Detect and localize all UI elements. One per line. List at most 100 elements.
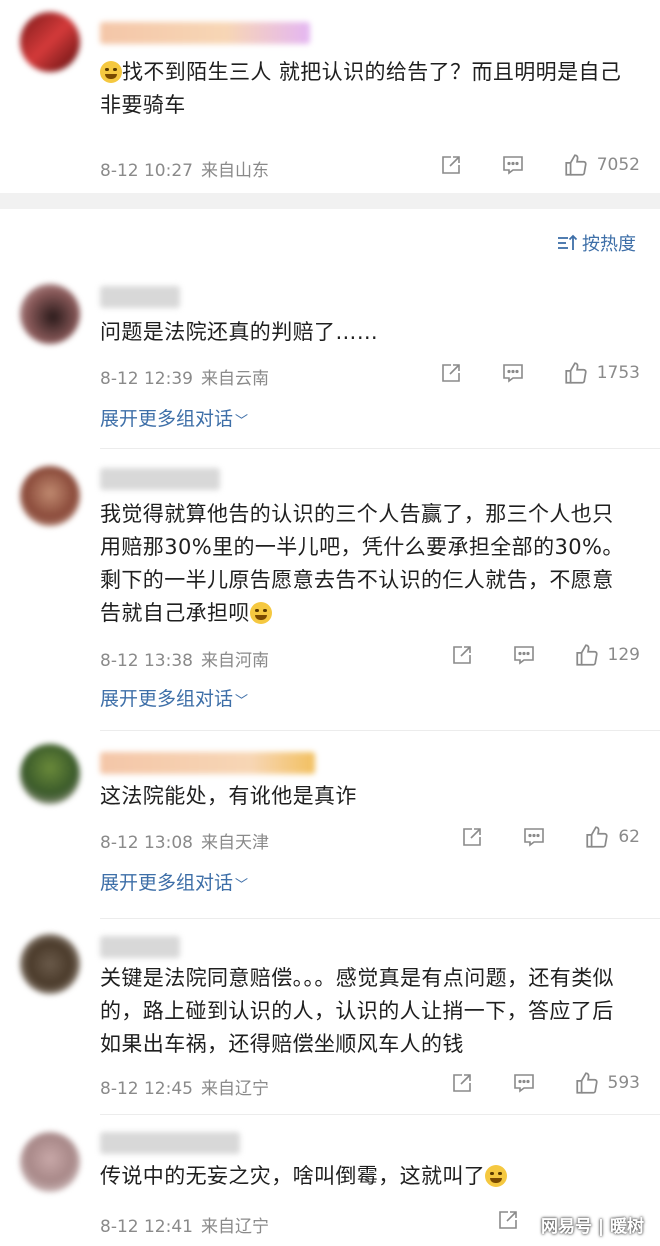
like-button[interactable]: 62 [584, 824, 640, 850]
comment-meta: 8-12 13:08 来自天津 [100, 828, 269, 853]
comment-actions: 62 [460, 824, 640, 850]
comment-item: 找不到陌生三人 就把认识的给告了？而且明明是自己非要骑车 8-12 10:27 来… [0, 0, 660, 193]
comment-location: 来自辽宁 [200, 1079, 269, 1099]
comment-icon [513, 646, 534, 665]
comment-meta: 8-12 13:38 来自河南 [100, 646, 269, 671]
share-icon [499, 1211, 517, 1229]
like-count: 129 [607, 645, 640, 665]
comment-actions: 593 [450, 1070, 640, 1096]
comment-location: 来自云南 [200, 369, 269, 389]
comment-item: 问题是法院还真的判赔了…… 8-12 12:39 来自云南 1753 展开更多组对… [0, 270, 660, 450]
expand-conversation-link[interactable]: 展开更多组对话 ﹀ [100, 684, 248, 711]
share-icon [463, 828, 482, 846]
sort-by-heat-button[interactable]: 按热度 [556, 230, 636, 256]
like-count: 593 [607, 1073, 640, 1093]
comment-location: 来自山东 [200, 161, 269, 181]
like-button[interactable]: 7052 [563, 152, 640, 178]
comment-item: 关键是法院同意赔偿。。。感觉真是有点问题，还有类似的，路上碰到认识的人，认识的人… [0, 920, 660, 1115]
divider [100, 448, 660, 449]
reply-button[interactable] [512, 1071, 536, 1095]
avatar[interactable] [20, 284, 80, 344]
comment-meta: 8-12 12:41 来自辽宁 [100, 1212, 269, 1237]
comment-actions [496, 1208, 520, 1232]
comment-icon [513, 1074, 534, 1093]
laugh-emoji [485, 1165, 508, 1187]
share-button[interactable] [439, 153, 463, 177]
comment-location: 来自河南 [200, 651, 269, 671]
share-icon [441, 156, 460, 174]
thumbs-up-icon [586, 826, 608, 848]
divider [100, 1114, 660, 1115]
avatar[interactable] [20, 466, 80, 526]
comment-date: 8-12 10:27 [100, 161, 193, 181]
comment-text: 我觉得就算他告的认识的三个人告赢了，那三个人也只用赔那30%里的一半儿吧，凭什么… [100, 502, 624, 625]
comment-meta: 8-12 10:27 来自山东 [100, 156, 269, 181]
comment-icon [502, 364, 523, 383]
comment-text: 传说中的无妄之灾，啥叫倒霉，这就叫了 [100, 1160, 634, 1193]
username-blurred[interactable] [100, 22, 310, 44]
thumbs-up-icon [575, 644, 598, 666]
comment-item: 我觉得就算他告的认识的三个人告赢了，那三个人也只用赔那30%里的一半儿吧，凭什么… [0, 452, 660, 732]
chevron-down-icon: ﹀ [235, 694, 249, 709]
avatar[interactable] [20, 1132, 80, 1192]
reply-button[interactable] [522, 825, 546, 849]
comment-actions: 129 [450, 642, 640, 668]
comment-date: 8-12 12:41 [100, 1217, 193, 1237]
comment-meta: 8-12 12:39 来自云南 [100, 364, 269, 389]
comment-location: 来自辽宁 [200, 1217, 269, 1237]
comment-actions: 7052 [439, 152, 640, 178]
thumbs-up-icon [565, 362, 587, 384]
smirk-emoji [100, 61, 122, 83]
thumbs-up-icon [565, 154, 587, 176]
expand-conversation-link[interactable]: 展开更多组对话 ﹀ [100, 868, 248, 895]
comment-text: 问题是法院还真的判赔了…… [100, 320, 379, 344]
comment-text: 关键是法院同意赔偿。。。感觉真是有点问题，还有类似的，路上碰到认识的人，认识的人… [100, 966, 614, 1056]
avatar[interactable] [20, 934, 80, 994]
divider [100, 918, 660, 919]
section-separator [0, 193, 660, 209]
thumbs-up-icon [575, 1072, 598, 1094]
avatar[interactable] [20, 744, 80, 804]
like-button[interactable]: 129 [574, 642, 640, 668]
username-blurred[interactable] [100, 468, 220, 490]
username-blurred[interactable] [100, 286, 180, 308]
divider [100, 730, 660, 731]
comment-date: 8-12 12:45 [100, 1079, 193, 1099]
share-button[interactable] [450, 1071, 474, 1095]
comment-icon [502, 156, 523, 175]
share-button[interactable] [460, 825, 484, 849]
username-blurred[interactable] [100, 936, 180, 958]
username-blurred[interactable] [100, 1132, 240, 1154]
chevron-down-icon: ﹀ [235, 414, 249, 429]
watermark: 网易号 | 暖树 [540, 1217, 644, 1237]
sort-icon [558, 234, 578, 250]
comment-date: 8-12 13:08 [100, 833, 193, 853]
comment-date: 8-12 13:38 [100, 651, 193, 671]
comment-icon [524, 828, 545, 847]
like-button[interactable]: 1753 [563, 360, 640, 386]
comment-date: 8-12 12:39 [100, 369, 193, 389]
like-count: 7052 [596, 155, 640, 175]
reply-button[interactable] [501, 361, 525, 385]
like-count: 1753 [596, 363, 640, 383]
share-button[interactable] [439, 361, 463, 385]
like-button[interactable]: 593 [574, 1070, 640, 1096]
chevron-down-icon: ﹀ [235, 878, 249, 893]
reply-button[interactable] [501, 153, 525, 177]
share-button[interactable] [496, 1208, 520, 1232]
like-count: 62 [618, 827, 640, 847]
avatar[interactable] [20, 12, 80, 72]
expand-conversation-link[interactable]: 展开更多组对话 ﹀ [100, 404, 248, 431]
comment-text: 这法院能处，有讹他是真诈 [100, 784, 357, 808]
comment-item: 这法院能处，有讹他是真诈 8-12 13:08 来自天津 62 展开更多组对话 ﹀ [0, 734, 660, 924]
comment-text: 找不到陌生三人 就把认识的给告了？而且明明是自己非要骑车 [100, 60, 622, 117]
comment-location: 来自天津 [200, 833, 269, 853]
share-button[interactable] [450, 643, 474, 667]
share-icon [441, 364, 460, 382]
comment-meta: 8-12 12:45 来自辽宁 [100, 1074, 269, 1099]
share-icon [452, 1074, 471, 1092]
username-blurred[interactable] [100, 752, 315, 774]
comment-actions: 1753 [439, 360, 640, 386]
laugh-emoji [249, 602, 272, 624]
reply-button[interactable] [512, 643, 536, 667]
